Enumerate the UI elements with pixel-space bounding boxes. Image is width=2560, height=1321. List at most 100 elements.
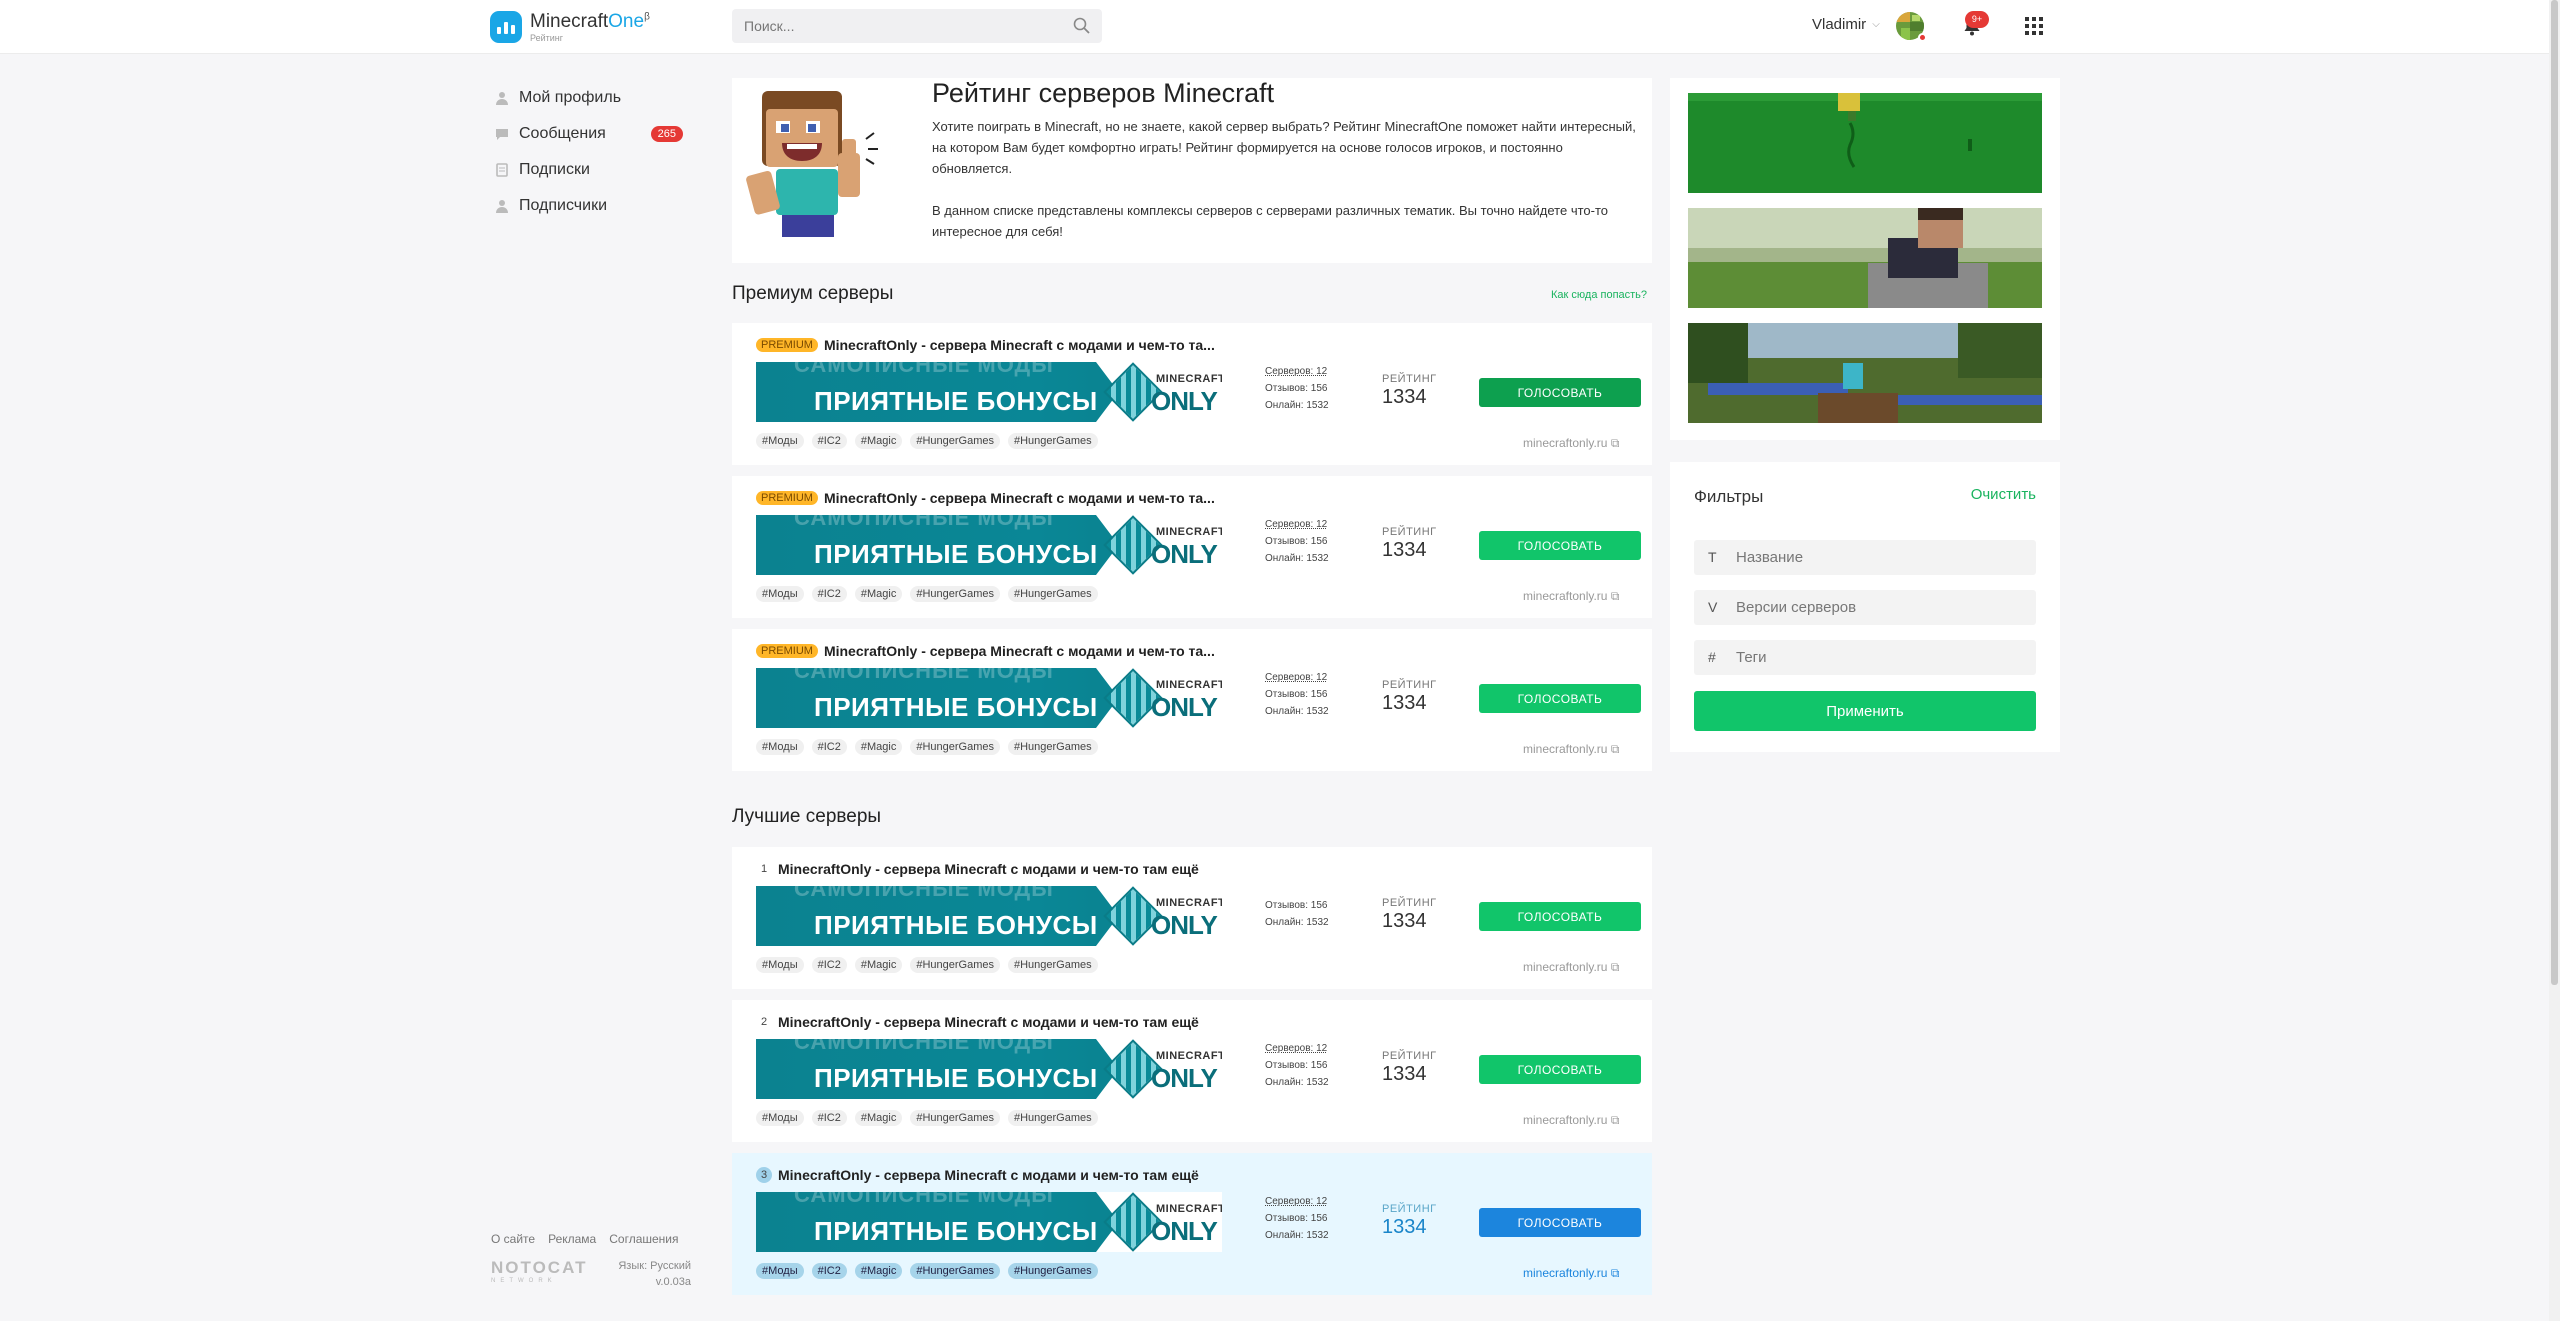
how-to-get-here-link[interactable]: Как сюда попасть?: [1551, 289, 1647, 301]
intro-text: Хотите поиграть в Minecraft, но не знает…: [932, 116, 1637, 242]
scrollbar-thumb[interactable]: [2551, 0, 2558, 985]
tag-chip[interactable]: #Magic: [854, 739, 903, 755]
tag-chip[interactable]: #IC2: [811, 586, 847, 602]
server-name: MinecraftOnly - сервера Minecraft с мода…: [823, 337, 1215, 353]
clear-filters-button[interactable]: Очистить: [1971, 486, 2036, 503]
tag-chip[interactable]: #HungerGames: [1007, 1263, 1098, 1279]
sidebar-item-subscriptions[interactable]: Подписки: [495, 152, 695, 188]
server-banner[interactable]: САМОПИСНЫЕ МОДЫ ПРИЯТНЫЕ БОНУСЫ MINECRAFT O…: [756, 362, 1222, 422]
tag-chip[interactable]: #HungerGames: [1007, 957, 1098, 973]
footer-link-terms[interactable]: Соглашения: [609, 1232, 678, 1246]
rating-label: РЕЙТИНГ: [1382, 897, 1437, 909]
footer-link-ads[interactable]: Реклама: [548, 1232, 596, 1246]
tag-chip[interactable]: #Magic: [854, 586, 903, 602]
server-card[interactable]: 1 MinecraftOnly - сервера Minecraft с мод…: [732, 847, 1652, 989]
tag-chip[interactable]: #Magic: [854, 1263, 903, 1279]
tag-chip[interactable]: #IC2: [811, 739, 847, 755]
tag-chip[interactable]: #IC2: [811, 1263, 847, 1279]
footer-link-about[interactable]: О сайте: [491, 1232, 535, 1246]
server-card[interactable]: 2 MinecraftOnly - сервера Minecraft с мод…: [732, 1000, 1652, 1142]
search-input[interactable]: [732, 9, 1102, 43]
tag-chip[interactable]: #HungerGames: [910, 433, 1000, 449]
server-title[interactable]: 3 MinecraftOnly - сервера Minecraft с мод…: [756, 1167, 1199, 1183]
tag-chip[interactable]: #IC2: [811, 1110, 847, 1126]
gallery-thumbnail[interactable]: [1688, 93, 2042, 193]
sidebar-item-profile[interactable]: Мой профиль: [495, 80, 695, 116]
top-bar: MinecraftOneβ Рейтинг Vladimir ⌵ 9+: [0, 0, 2560, 54]
user-menu[interactable]: Vladimir ⌵: [1812, 16, 1880, 33]
tag-chip[interactable]: #IC2: [811, 433, 847, 449]
server-stats: Серверов: 12 Отзывов: 156 Онлайн: 1532: [1265, 1193, 1329, 1244]
tag-chip[interactable]: #Моды: [756, 433, 804, 449]
gallery-thumbnail[interactable]: [1688, 208, 2042, 308]
servers-count[interactable]: Серверов: 12: [1265, 363, 1329, 380]
server-site-link[interactable]: minecraftonly.ru ⧉: [1523, 1266, 1619, 1281]
vote-button[interactable]: ГОЛОСОВАТЬ: [1479, 531, 1641, 560]
servers-count[interactable]: Серверов: 12: [1265, 1040, 1329, 1057]
tag-chip[interactable]: #HungerGames: [910, 957, 1000, 973]
tag-chip[interactable]: #Magic: [854, 957, 903, 973]
vote-button[interactable]: ГОЛОСОВАТЬ: [1479, 684, 1641, 713]
tag-chip[interactable]: #HungerGames: [1007, 739, 1098, 755]
notifications-badge: 9+: [1965, 11, 1989, 28]
server-title[interactable]: PREMIUM MinecraftOnly - сервера Minecraft…: [756, 643, 1215, 659]
server-banner[interactable]: САМОПИСНЫЕ МОДЫ ПРИЯТНЫЕ БОНУСЫ MINECRAFT O…: [756, 1192, 1222, 1252]
tag-chip[interactable]: #Magic: [854, 433, 903, 449]
server-card[interactable]: PREMIUM MinecraftOnly - сервера Minecraft…: [732, 323, 1652, 465]
rating-value: 1334: [1382, 910, 1427, 932]
filter-name-input[interactable]: [1736, 540, 2032, 575]
filter-version-input[interactable]: [1736, 590, 2032, 625]
vote-button[interactable]: ГОЛОСОВАТЬ: [1479, 1208, 1641, 1237]
vote-button[interactable]: ГОЛОСОВАТЬ: [1479, 1055, 1641, 1084]
apps-grid-icon[interactable]: [2025, 17, 2043, 35]
server-title[interactable]: PREMIUM MinecraftOnly - сервера Minecraft…: [756, 490, 1215, 506]
server-banner[interactable]: САМОПИСНЫЕ МОДЫ ПРИЯТНЫЕ БОНУСЫ MINECRAFT O…: [756, 1039, 1222, 1099]
rating-label: РЕЙТИНГ: [1382, 1050, 1437, 1062]
tag-chip[interactable]: #HungerGames: [910, 1263, 1000, 1279]
server-site-link[interactable]: minecraftonly.ru ⧉: [1523, 1113, 1619, 1128]
tag-chip[interactable]: #HungerGames: [910, 586, 1000, 602]
tag-chip[interactable]: #Моды: [756, 1263, 804, 1279]
search-icon[interactable]: [1072, 16, 1092, 36]
server-site-link[interactable]: minecraftonly.ru ⧉: [1523, 436, 1619, 451]
page-scrollbar[interactable]: [2549, 0, 2560, 1321]
tag-chip[interactable]: #HungerGames: [910, 1110, 1000, 1126]
apply-filters-button[interactable]: Применить: [1694, 691, 2036, 731]
language-selector[interactable]: Язык: Русский: [618, 1258, 691, 1274]
tag-chip[interactable]: #Моды: [756, 1110, 804, 1126]
server-banner[interactable]: САМОПИСНЫЕ МОДЫ ПРИЯТНЫЕ БОНУСЫ MINECRAFT O…: [756, 886, 1222, 946]
server-title[interactable]: 2 MinecraftOnly - сервера Minecraft с мод…: [756, 1014, 1199, 1030]
vote-button[interactable]: ГОЛОСОВАТЬ: [1479, 378, 1641, 407]
tag-chip[interactable]: #Magic: [854, 1110, 903, 1126]
tag-chip[interactable]: #HungerGames: [1007, 1110, 1098, 1126]
tag-chip[interactable]: #Моды: [756, 586, 804, 602]
servers-count[interactable]: Серверов: 12: [1265, 516, 1329, 533]
sidebar-item-messages[interactable]: Сообщения 265: [495, 116, 695, 152]
server-title[interactable]: 1 MinecraftOnly - сервера Minecraft с мод…: [756, 861, 1199, 877]
sidebar-item-followers[interactable]: Подписчики: [495, 188, 695, 224]
server-banner[interactable]: САМОПИСНЫЕ МОДЫ ПРИЯТНЫЕ БОНУСЫ MINECRAFT O…: [756, 515, 1222, 575]
tag-chip[interactable]: #HungerGames: [1007, 586, 1098, 602]
gallery-thumbnail[interactable]: [1688, 323, 2042, 423]
server-title[interactable]: PREMIUM MinecraftOnly - сервера Minecraft…: [756, 337, 1215, 353]
server-site-link[interactable]: minecraftonly.ru ⧉: [1523, 589, 1619, 604]
vote-button[interactable]: ГОЛОСОВАТЬ: [1479, 902, 1641, 931]
tag-chip[interactable]: #Моды: [756, 957, 804, 973]
online-count: Онлайн: 1532: [1265, 400, 1329, 411]
site-logo[interactable]: MinecraftOneβ Рейтинг: [490, 9, 650, 45]
banner-top-text: САМОПИСНЫЕ МОДЫ: [794, 886, 1054, 901]
server-site-link[interactable]: minecraftonly.ru ⧉: [1523, 742, 1619, 757]
server-card[interactable]: PREMIUM MinecraftOnly - сервера Minecraft…: [732, 476, 1652, 618]
server-site-link[interactable]: minecraftonly.ru ⧉: [1523, 960, 1619, 975]
tag-chip[interactable]: #IC2: [811, 957, 847, 973]
server-card[interactable]: 3 MinecraftOnly - сервера Minecraft с мод…: [732, 1153, 1652, 1295]
servers-count[interactable]: Серверов: 12: [1265, 669, 1329, 686]
servers-count[interactable]: Серверов: 12: [1265, 1193, 1329, 1210]
notocat-logo[interactable]: NOTOCAT NETWORK: [491, 1258, 587, 1290]
tag-chip[interactable]: #Моды: [756, 739, 804, 755]
filter-tags-input[interactable]: [1736, 640, 2032, 675]
tag-chip[interactable]: #HungerGames: [910, 739, 1000, 755]
server-banner[interactable]: САМОПИСНЫЕ МОДЫ ПРИЯТНЫЕ БОНУСЫ MINECRAFT O…: [756, 668, 1222, 728]
server-card[interactable]: PREMIUM MinecraftOnly - сервера Minecraft…: [732, 629, 1652, 771]
tag-chip[interactable]: #HungerGames: [1007, 433, 1098, 449]
